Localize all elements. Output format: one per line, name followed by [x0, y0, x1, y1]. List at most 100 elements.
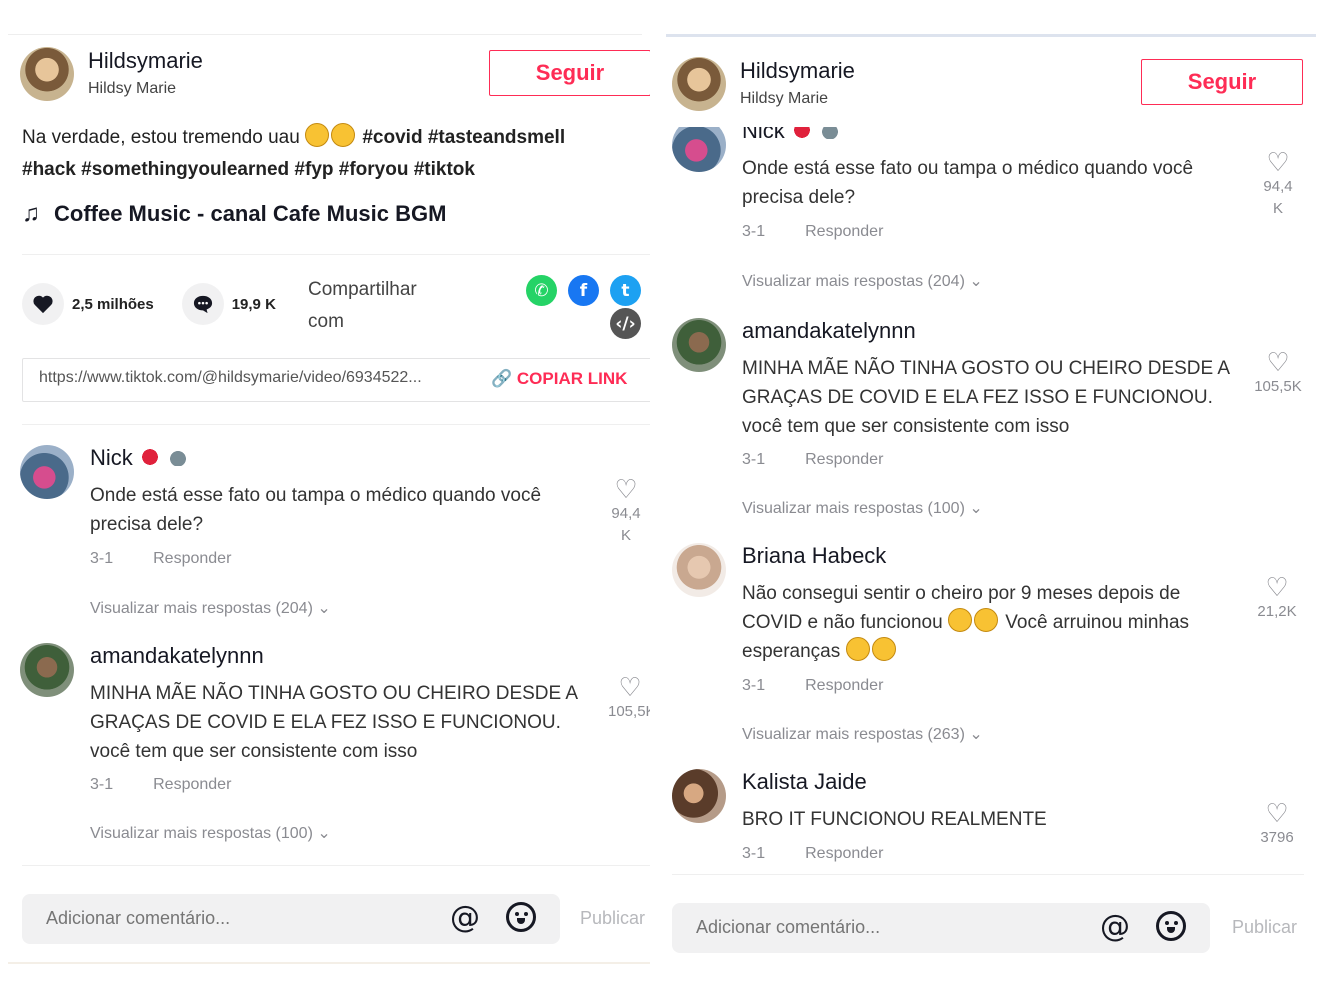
comment-like[interactable]: ♡105,5K: [1250, 348, 1306, 398]
commenter-name[interactable]: Nick: [90, 445, 189, 471]
left-video-panel: Hildsymarie Hildsy Marie Seguir Na verda…: [8, 0, 650, 1000]
commenter-name[interactable]: Kalista Jaide: [742, 769, 867, 795]
copy-link-button[interactable]: 🔗 COPIAR LINK: [491, 369, 627, 389]
author-header: Hildsymarie Hildsy Marie: [672, 56, 855, 112]
comment-button[interactable]: [181, 283, 224, 325]
comment-meta: 3-1 Responder: [742, 451, 883, 469]
author-handle[interactable]: Hildsy Marie: [740, 86, 855, 112]
like-count: 2,5 milhões: [72, 295, 154, 313]
comment-list: Nick Onde está esse fato ou tampa o médi…: [666, 0, 1316, 880]
reply-button[interactable]: Responder: [805, 223, 883, 240]
follow-button[interactable]: Seguir: [489, 50, 650, 96]
divider: [22, 865, 650, 866]
commenter-avatar[interactable]: [672, 543, 726, 597]
comment-input[interactable]: Adicionar comentário...: [46, 908, 230, 929]
commenter-avatar[interactable]: [672, 769, 726, 823]
author-name[interactable]: Hildsymarie: [740, 56, 855, 86]
comment-text: MINHA MÃE NÃO TINHA GOSTO OU CHEIRO DESD…: [742, 358, 1230, 437]
sad-emoji-icon: [973, 608, 998, 632]
comment-like[interactable]: ♡105,5K: [608, 673, 650, 723]
top-divider: [8, 34, 642, 35]
copy-link-label: COPIAR LINK: [516, 369, 628, 388]
video-caption: Na verdade, estou tremendo uau #covid #t…: [22, 122, 642, 186]
comment-icon: [193, 295, 212, 314]
like-button[interactable]: [22, 283, 64, 325]
reply-button[interactable]: Responder: [805, 451, 883, 468]
commenter-avatar[interactable]: [672, 318, 726, 372]
comment-text: Não consegui sentir o cheiro por 9 meses…: [742, 579, 1237, 666]
music-title[interactable]: Coffee Music - canal Cafe Music BGM: [54, 201, 446, 227]
view-more-replies[interactable]: Visualizar mais respostas (263) ⌄: [742, 724, 983, 744]
comment-item: Nick Onde está esse fato ou tampa o médi…: [20, 445, 641, 625]
comment-input[interactable]: Adicionar comentário...: [696, 917, 880, 938]
commenter-avatar[interactable]: [20, 445, 74, 499]
author-name[interactable]: Hildsymarie: [88, 46, 203, 76]
mention-icon[interactable]: @: [450, 900, 480, 935]
comment-date: 3-1: [742, 451, 766, 468]
music-note-icon: ♫: [22, 200, 40, 227]
reply-button[interactable]: Responder: [153, 550, 231, 567]
commenter-name[interactable]: Briana Habeck: [742, 543, 886, 569]
commenter-name[interactable]: amandakatelynnn: [742, 318, 916, 344]
view-more-replies[interactable]: Visualizar mais respostas (100) ⌄: [90, 823, 331, 843]
comment-input-box[interactable]: Adicionar comentário... @: [22, 894, 560, 944]
embed-icon[interactable]: ‹/›: [610, 308, 641, 339]
comment-like[interactable]: ♡ 94,4 K: [604, 475, 648, 547]
comment-like[interactable]: ♡ 94,4 K: [1256, 148, 1300, 220]
comment-item: amandakatelynnn MINHA MÃE NÃO TINHA GOST…: [672, 318, 1302, 518]
view-more-replies[interactable]: Visualizar mais respostas (204) ⌄: [90, 598, 331, 618]
comment-meta: 3-1 Responder: [742, 677, 883, 695]
comment-like-count: 94,4: [1263, 178, 1293, 195]
commenter-name[interactable]: amandakatelynnn: [90, 643, 264, 669]
comment-item: Kalista Jaide BRO IT FUNCIONOU REALMENTE…: [672, 769, 1294, 879]
emoji-picker-icon[interactable]: [1156, 911, 1186, 941]
follow-button[interactable]: Seguir: [1141, 59, 1303, 105]
share-label: Compartilhar com: [308, 274, 468, 338]
view-more-replies[interactable]: Visualizar mais respostas (100) ⌄: [742, 498, 983, 518]
comment-input-box[interactable]: Adicionar comentário... @: [672, 903, 1210, 953]
reply-button[interactable]: Responder: [805, 845, 883, 862]
whatsapp-icon[interactable]: ✆: [526, 275, 557, 306]
share-label-line2: com: [308, 311, 344, 332]
ufo-emoji-icon: [166, 448, 189, 466]
caption-hashtags[interactable]: #covid #tasteandsmell: [362, 127, 565, 148]
emoji-picker-icon[interactable]: [506, 902, 536, 932]
view-more-label: Visualizar mais respostas (100): [742, 500, 965, 517]
comment-text: BRO IT FUNCIONOU REALMENTE: [742, 809, 1047, 830]
comment-like[interactable]: ♡ 21,2K: [1252, 573, 1302, 623]
author-header-bar: Hildsymarie Hildsy Marie Seguir: [666, 37, 1316, 127]
comment-like-unit: K: [620, 527, 631, 544]
facebook-icon[interactable]: f: [568, 275, 599, 306]
video-link-url[interactable]: https://www.tiktok.com/@hildsymarie/vide…: [39, 369, 422, 387]
view-more-label: Visualizar mais respostas (204): [90, 600, 313, 617]
comment-like-count: 94,4: [611, 505, 641, 522]
heart-emoji-icon: [138, 448, 161, 466]
comment-like-count: 105,5K: [1254, 378, 1302, 395]
chevron-down-icon: ⌄: [317, 600, 331, 617]
music-row[interactable]: ♫ Coffee Music - canal Cafe Music BGM: [22, 200, 446, 228]
mention-icon[interactable]: @: [1100, 909, 1130, 944]
comment-item: amandakatelynnn MINHA MÃE NÃO TINHA GOST…: [20, 643, 650, 843]
author-avatar[interactable]: [20, 47, 74, 101]
author-handle[interactable]: Hildsy Marie: [88, 76, 203, 102]
commenter-avatar[interactable]: [20, 643, 74, 697]
divider: [22, 254, 650, 255]
comment-like-count: 105,5K: [608, 703, 650, 720]
view-more-replies[interactable]: Visualizar mais respostas (204) ⌄: [742, 271, 983, 291]
author-avatar[interactable]: [672, 57, 726, 111]
reply-button[interactable]: Responder: [805, 677, 883, 694]
crying-emoji-icon: [845, 637, 870, 661]
comment-date: 3-1: [90, 776, 114, 793]
heart-outline-icon: ♡: [1265, 798, 1289, 828]
caption-text: Na verdade, estou tremendo uau: [22, 127, 300, 148]
publish-button[interactable]: Publicar: [1232, 917, 1297, 938]
caption-hashtags-line2[interactable]: #hack #somethingyoulearned #fyp #foryou …: [22, 159, 475, 180]
publish-button[interactable]: Publicar: [580, 908, 645, 929]
comment-meta: 3-1 Responder: [90, 550, 231, 568]
comment-date: 3-1: [742, 845, 766, 862]
comment-count: 19,9 K: [231, 295, 276, 313]
reply-button[interactable]: Responder: [153, 776, 231, 793]
heart-outline-icon: ♡: [618, 672, 642, 702]
twitter-icon[interactable]: t: [610, 275, 641, 306]
comment-like[interactable]: ♡ 3796: [1252, 799, 1302, 849]
